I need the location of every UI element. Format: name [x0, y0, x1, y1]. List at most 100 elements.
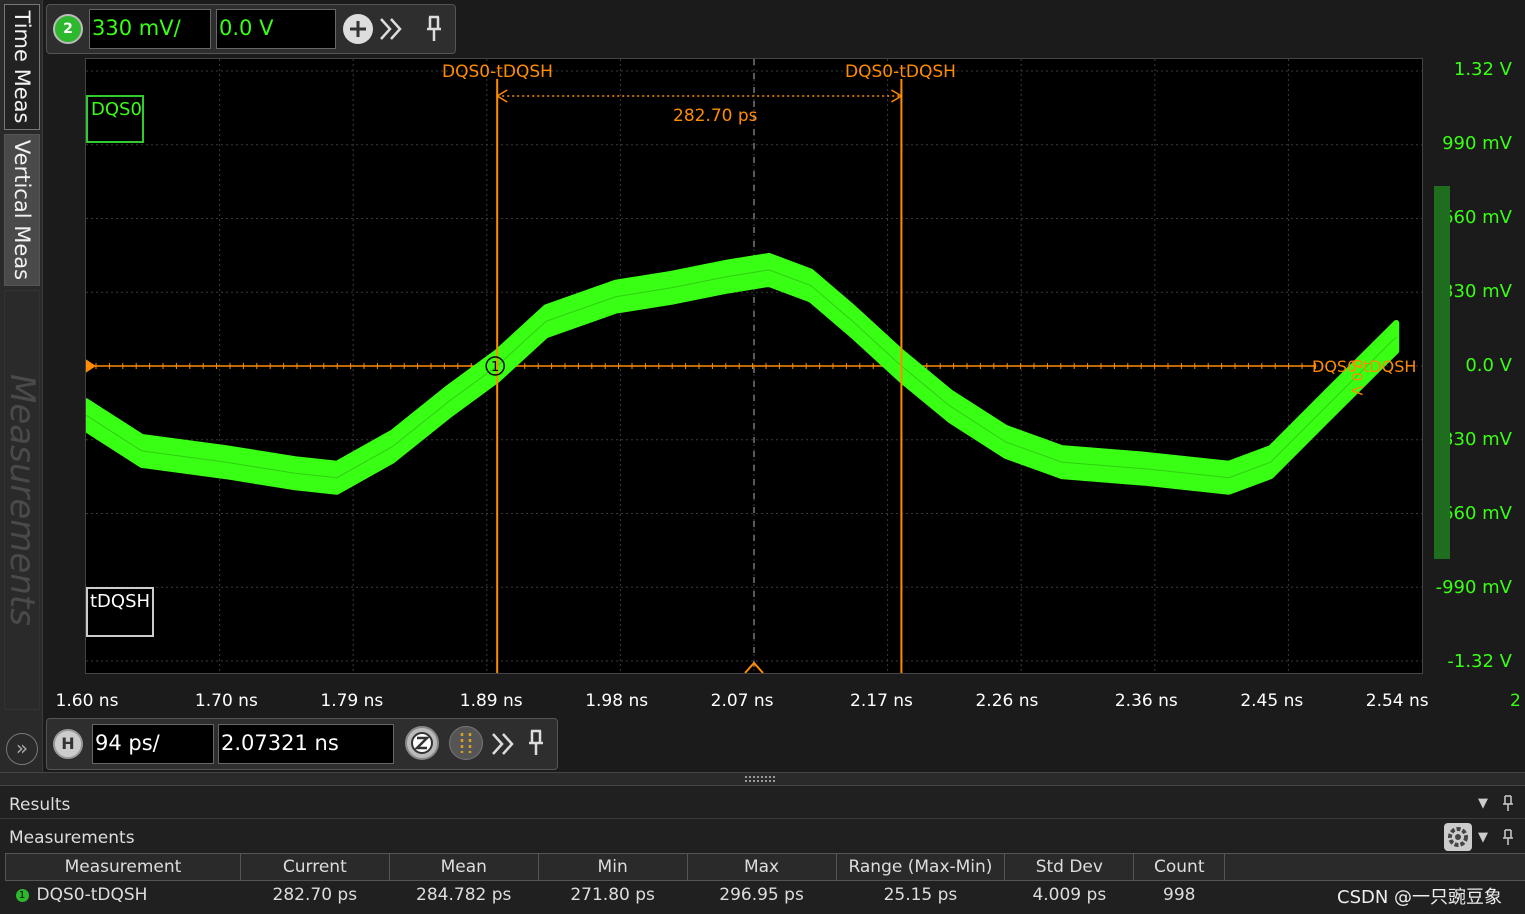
x-axis-label: 2.07 ns [710, 691, 774, 711]
pin-button[interactable] [421, 13, 447, 45]
drag-handle-icon [745, 776, 775, 782]
add-button[interactable] [343, 14, 373, 44]
count-cell: 998 [1163, 885, 1196, 905]
cursor-1-label: DQS0-tDQSH [442, 62, 553, 82]
right-marker-label: DQS0-tDQSH [1312, 357, 1417, 376]
gating-icon [460, 733, 472, 753]
measurement-name: DQS0-tDQSH [36, 885, 148, 905]
cursor-marker-number: 1 [491, 360, 499, 375]
measurement-label-box[interactable]: tDQSH [86, 587, 154, 637]
max-cell: 296.95 ps [719, 885, 804, 905]
tab-vertical-meas-label: Vertical Meas [10, 139, 34, 281]
row-indicator-text: 1 [18, 889, 26, 901]
settings-button[interactable] [1444, 823, 1472, 851]
measurements-subtitle: Measurements [9, 828, 135, 848]
pin-icon [1503, 795, 1513, 811]
column-header[interactable]: Std Dev [1004, 853, 1135, 881]
expand-sidebar-button[interactable]: » [6, 733, 38, 765]
pin-icon [529, 729, 543, 755]
stddev-cell: 4.009 ps [1032, 885, 1107, 905]
cursor-2-label: DQS0-tDQSH [845, 62, 956, 82]
y-axis-label: -660 mV [1435, 503, 1512, 524]
ground-marker-icon [86, 359, 96, 373]
results-title: Results [9, 795, 71, 815]
time-scale-field[interactable]: 94 ps/ [92, 724, 214, 764]
vertical-scale-field[interactable]: 330 mV/ [89, 9, 211, 49]
mean-cell: 284.782 ps [416, 885, 512, 905]
double-chevron-right-icon [492, 733, 514, 755]
tab-measurements-label: Measurements [2, 374, 42, 626]
tab-time-meas-label: Time Meas [10, 10, 34, 124]
y-axis-label: -330 mV [1435, 429, 1512, 450]
zoom-icon [411, 732, 433, 754]
results-menu-button[interactable]: ▼ [1478, 796, 1488, 811]
column-header[interactable]: Mean [388, 853, 539, 881]
x-axis-label: 2.54 ns [1365, 691, 1429, 711]
waveform-plot[interactable]: 1 DQS0 tDQSH DQS0-tDQSH DQS0-tDQSH 282.7… [85, 58, 1423, 674]
column-header[interactable]: Min [537, 853, 688, 881]
double-chevron-right-icon [380, 18, 402, 40]
zoom-button[interactable] [405, 726, 439, 760]
waveform-trace-center [86, 269, 1397, 479]
y-axis-label: -1.32 V [1447, 651, 1512, 672]
timebase-more-button[interactable] [489, 726, 517, 762]
gating-button[interactable] [449, 726, 483, 760]
horizontal-badge[interactable]: H [53, 729, 83, 759]
measurements-menu-button[interactable]: ▼ [1478, 830, 1488, 845]
pin-icon [427, 15, 441, 41]
x-axis-label: 1.98 ns [585, 691, 649, 711]
column-header[interactable]: Max [686, 853, 837, 881]
channel-number: 2 [63, 21, 73, 37]
x-axis-label: 1.60 ns [55, 691, 119, 711]
x-axis-label: 1.70 ns [194, 691, 258, 711]
waveform-trace-band [86, 252, 1400, 495]
column-header[interactable]: Range (Max-Min) [835, 853, 1006, 881]
y-axis-label: -990 mV [1435, 577, 1512, 598]
results-panel: Results ▼ Measurements ▼ Measurement Cur… [0, 786, 1525, 914]
right-marker-level: 0.0 V [1348, 359, 1364, 396]
tab-measurements[interactable]: Measurements [2, 290, 42, 710]
column-header-empty [1224, 853, 1525, 881]
column-header[interactable]: Count [1133, 853, 1226, 881]
measurement-label: tDQSH [90, 591, 151, 612]
table-header-row: Measurement Current Mean Min Max Range (… [5, 853, 1525, 881]
pin-icon [1503, 829, 1513, 845]
results-divider [0, 818, 1525, 819]
min-cell: 271.80 ps [570, 885, 655, 905]
table-row[interactable]: 1 DQS0-tDQSH 282.70 ps 284.782 ps 271.80 … [6, 881, 1525, 910]
timebase-pin-button[interactable] [523, 727, 549, 759]
chevron-down-icon: ▼ [1478, 796, 1488, 811]
column-header[interactable]: Current [239, 853, 390, 881]
cursor-delta-label: 282.70 ps [673, 106, 758, 126]
gear-icon [1448, 827, 1468, 847]
measurements-table: Measurement Current Mean Min Max Range (… [5, 853, 1525, 909]
x-axis-label: 2.17 ns [850, 691, 913, 711]
timebase-toolbar: H 94 ps/ 2.07321 ns [46, 718, 558, 770]
current-cell: 282.70 ps [272, 885, 358, 905]
tab-time-meas[interactable]: Time Meas [4, 4, 40, 130]
watermark: CSDN @一只豌豆象 [1337, 887, 1503, 908]
measurements-pin-button[interactable] [1500, 828, 1516, 846]
x-axis-label: 2.36 ns [1114, 691, 1178, 711]
range-cell: 25.15 ps [883, 885, 958, 905]
y-axis-label: 330 mV [1442, 281, 1512, 302]
panel-splitter[interactable] [0, 772, 1525, 786]
channel-toolbar: 2 330 mV/ 0.0 V [46, 4, 456, 54]
channel-badge[interactable]: 2 [53, 14, 83, 44]
row-indicator-icon: 1 [15, 888, 29, 902]
channel-label-box[interactable]: DQS0 [86, 95, 144, 143]
results-pin-button[interactable] [1500, 794, 1516, 812]
x-axis-label: 2.45 ns [1240, 691, 1304, 711]
time-position-field[interactable]: 2.07321 ns [218, 724, 394, 764]
vertical-offset-field[interactable]: 0.0 V [216, 9, 336, 49]
chevron-down-icon: ▼ [1478, 830, 1488, 845]
more-button[interactable] [377, 11, 405, 47]
waveform-svg: 1 [86, 59, 1422, 673]
measurement-name-cell: 1 DQS0-tDQSH [6, 881, 241, 910]
column-header[interactable]: Measurement [5, 853, 241, 881]
y-axis-label: 1.32 V [1453, 59, 1512, 80]
tab-vertical-meas[interactable]: Vertical Meas [4, 134, 40, 286]
double-chevron-right-icon: » [15, 736, 29, 760]
horizontal-badge-text: H [61, 734, 75, 753]
plus-icon [350, 21, 366, 37]
